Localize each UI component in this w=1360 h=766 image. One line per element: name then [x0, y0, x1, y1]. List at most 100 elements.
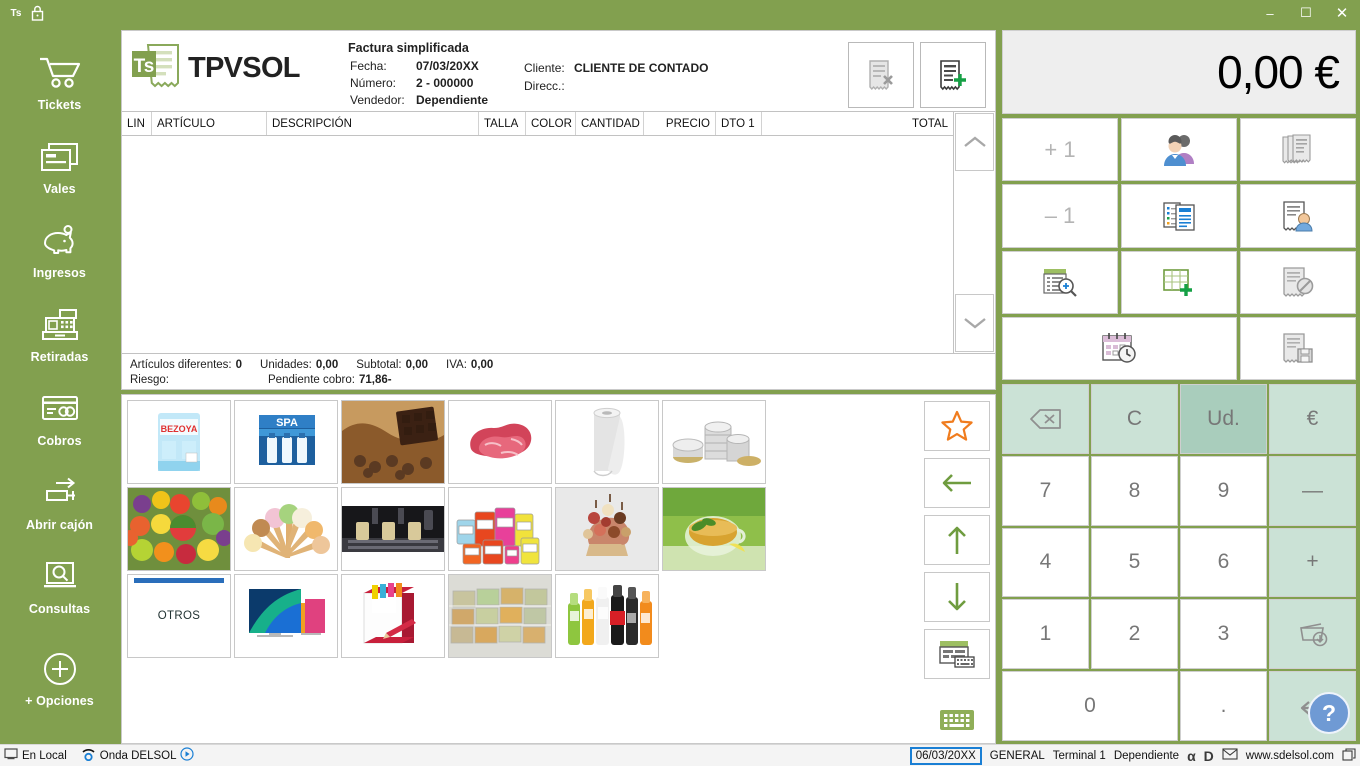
shopping-cart-icon: [38, 53, 82, 93]
paper-roll-image: [556, 401, 658, 483]
product-soft-drinks[interactable]: [555, 574, 659, 658]
product-otros[interactable]: OTROS: [127, 574, 231, 658]
alpha-icon[interactable]: α: [1187, 748, 1196, 764]
decrease-qty-button[interactable]: – 1: [1002, 184, 1118, 248]
decimal-key[interactable]: .: [1180, 671, 1267, 741]
chevron-down-icon[interactable]: [955, 294, 994, 352]
product-tea[interactable]: [662, 487, 766, 571]
key-7[interactable]: 7: [1002, 455, 1089, 526]
product-meat[interactable]: [448, 400, 552, 484]
key-5[interactable]: 5: [1091, 527, 1178, 598]
play-icon[interactable]: [180, 747, 195, 764]
key-4[interactable]: 4: [1002, 527, 1089, 598]
customers-button[interactable]: [1121, 118, 1237, 182]
column-lin[interactable]: LIN: [122, 112, 152, 135]
ticket-customer-button[interactable]: [1240, 184, 1356, 248]
svg-text:SPA: SPA: [276, 417, 298, 429]
sidebar-item-vales[interactable]: Vales: [0, 124, 119, 208]
search-lines-button[interactable]: [1002, 250, 1118, 314]
key-8[interactable]: 8: [1091, 455, 1178, 526]
lock-icon[interactable]: [26, 4, 48, 22]
column-total[interactable]: TOTAL: [762, 112, 953, 135]
date-field[interactable]: 06/03/20XX: [909, 746, 982, 765]
website-link[interactable]: www.sdelsol.com: [1246, 750, 1334, 762]
product-coffee[interactable]: [341, 487, 445, 571]
cancel-ticket-button[interactable]: [1240, 250, 1356, 314]
save-ticket-button[interactable]: [1240, 316, 1356, 380]
product-ice-cream[interactable]: [234, 487, 338, 571]
plus-key[interactable]: +: [1269, 527, 1356, 598]
key-3[interactable]: 3: [1180, 599, 1267, 670]
product-electronics[interactable]: [234, 574, 338, 658]
key-9[interactable]: 9: [1180, 455, 1267, 526]
document-type: Factura simplificada: [348, 41, 469, 55]
product-spa-water[interactable]: SPA: [234, 400, 338, 484]
sidebar-item-tickets[interactable]: Tickets: [0, 40, 119, 124]
sidebar-item-cobros[interactable]: Cobros: [0, 376, 119, 460]
column-dto1[interactable]: DTO 1: [716, 112, 762, 135]
restore-icon[interactable]: [1342, 747, 1356, 764]
help-button[interactable]: ?: [1308, 692, 1350, 734]
mail-icon[interactable]: [1222, 748, 1238, 763]
radio-status[interactable]: Onda DELSOL: [81, 747, 195, 764]
product-fruit[interactable]: [127, 487, 231, 571]
add-line-button[interactable]: [1121, 250, 1237, 314]
svg-text:Ts: Ts: [134, 56, 155, 77]
product-bakery[interactable]: [555, 487, 659, 571]
location-status[interactable]: En Local: [4, 748, 67, 763]
product-paper-roll[interactable]: [555, 400, 659, 484]
delete-ticket-button[interactable]: [848, 42, 914, 108]
otros-label: OTROS: [157, 610, 201, 622]
column-talla[interactable]: TALLA: [479, 112, 526, 135]
new-ticket-button[interactable]: [920, 42, 986, 108]
field-label: Fecha:: [350, 59, 387, 73]
product-prepared-meals[interactable]: [448, 574, 552, 658]
euro-key[interactable]: €: [1269, 384, 1356, 454]
page-down-button[interactable]: [924, 572, 990, 622]
virtual-keyboard-button[interactable]: [924, 708, 990, 738]
key-1[interactable]: 1: [1002, 599, 1089, 670]
product-bottled-water[interactable]: BEZOYA: [127, 400, 231, 484]
scale-key[interactable]: [1269, 599, 1356, 670]
column-precio[interactable]: PRECIO: [644, 112, 716, 135]
iva-value: 0,00: [470, 358, 494, 371]
sidebar-item-abrir-cajon[interactable]: Abrir cajón: [0, 460, 119, 544]
increase-qty-button[interactable]: + 1: [1002, 118, 1118, 182]
product-cocoa-chocolate[interactable]: [341, 400, 445, 484]
d-icon[interactable]: D: [1204, 748, 1214, 764]
favourites-button[interactable]: [924, 401, 990, 451]
minimize-button[interactable]: –: [1252, 0, 1288, 26]
product-cleaning[interactable]: [448, 487, 552, 571]
tickets-list-button[interactable]: [1240, 118, 1356, 182]
close-button[interactable]: ✕: [1324, 0, 1360, 26]
pending-tickets-button[interactable]: [1002, 316, 1237, 380]
sidebar-item-consultas[interactable]: Consultas: [0, 544, 119, 628]
documents-button[interactable]: [1121, 184, 1237, 248]
key-6[interactable]: 6: [1180, 527, 1267, 598]
clear-key[interactable]: C: [1091, 384, 1178, 454]
maximize-button[interactable]: ☐: [1288, 0, 1324, 26]
monitor-icon: [4, 748, 18, 763]
column-color[interactable]: COLOR: [526, 112, 576, 135]
page-up-button[interactable]: [924, 515, 990, 565]
backspace-key[interactable]: [1002, 384, 1089, 454]
customer-info[interactable]: Cliente: CLIENTE DE CONTADO Direcc.:: [522, 37, 710, 97]
column-descripcion[interactable]: DESCRIPCIÓN: [267, 112, 479, 135]
sidebar-item-opciones[interactable]: + Opciones: [0, 636, 119, 720]
product-canned-food[interactable]: [662, 400, 766, 484]
sidebar-item-retiradas[interactable]: Retiradas: [0, 292, 119, 376]
invoice-grid-body[interactable]: [122, 136, 953, 353]
onscreen-form-button[interactable]: [924, 629, 990, 679]
column-cantidad[interactable]: CANTIDAD: [576, 112, 644, 135]
key-0[interactable]: 0: [1002, 671, 1178, 741]
product-stationery[interactable]: [341, 574, 445, 658]
numeric-keypad: C Ud. € 7 8 9 — 4 5 6 + 1 2 3 0 .: [1002, 384, 1356, 744]
key-2[interactable]: 2: [1091, 599, 1178, 670]
sidebar-item-ingresos[interactable]: Ingresos: [0, 208, 119, 292]
minus-key[interactable]: —: [1269, 455, 1356, 526]
back-button[interactable]: [924, 458, 990, 508]
units-key[interactable]: Ud.: [1180, 384, 1267, 454]
column-articulo[interactable]: ARTÍCULO: [152, 112, 267, 135]
chevron-up-icon[interactable]: [955, 113, 994, 171]
plus-circle-icon: [39, 649, 81, 689]
